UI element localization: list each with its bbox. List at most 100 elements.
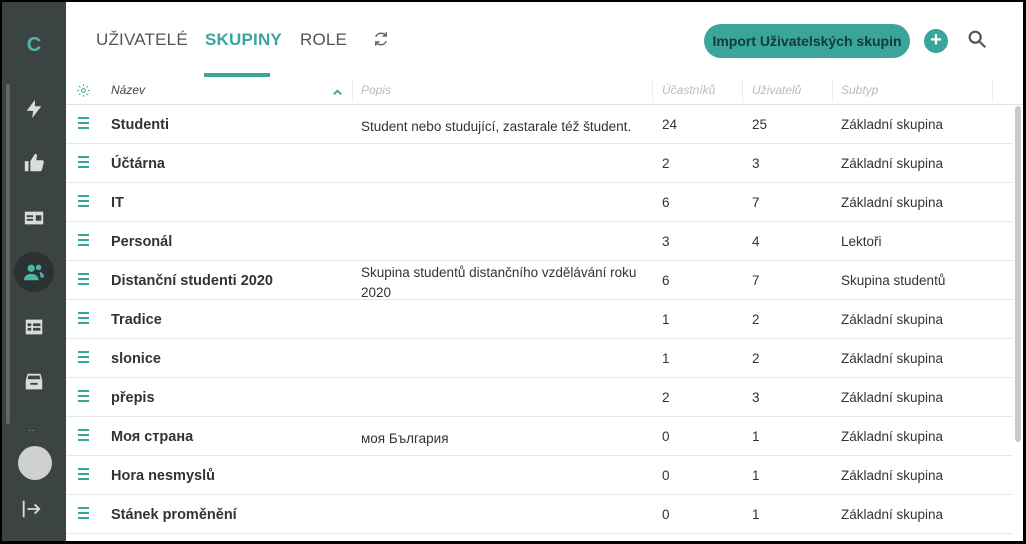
active-tab-underline	[204, 73, 270, 77]
participants-count: 1	[662, 312, 670, 327]
group-subtype: Základní skupina	[841, 156, 944, 171]
group-name[interactable]: Distanční studenti 2020	[111, 273, 273, 289]
column-header-users[interactable]: Uživatelů	[752, 83, 801, 97]
group-subtype: Základní skupina	[841, 390, 944, 405]
table-row[interactable]: slonice 1 2 Základní skupina	[66, 339, 1013, 378]
users-count: 3	[752, 156, 760, 171]
tab-roles[interactable]: ROLE	[300, 30, 347, 50]
column-header-description[interactable]: Popis	[361, 83, 391, 97]
group-description: Student nebo studující, zastarale též št…	[361, 119, 632, 134]
column-divider[interactable]	[352, 80, 353, 102]
row-menu-icon[interactable]	[78, 195, 92, 207]
row-menu-icon[interactable]	[78, 507, 92, 519]
row-menu-icon[interactable]	[78, 234, 92, 246]
column-divider[interactable]	[742, 80, 743, 102]
participants-count: 2	[662, 156, 670, 171]
participants-count: 6	[662, 195, 670, 210]
group-name[interactable]: slonice	[111, 351, 161, 367]
group-description: Skupina studentů distančního vzdělávání …	[361, 265, 637, 300]
users-count: 1	[752, 468, 760, 483]
group-name[interactable]: přepis	[111, 390, 155, 406]
table-icon[interactable]	[20, 313, 48, 341]
users-count: 3	[752, 390, 760, 405]
group-name[interactable]: IT	[111, 195, 124, 211]
group-name[interactable]: Tradice	[111, 312, 162, 328]
id-card-icon[interactable]	[20, 204, 48, 232]
avatar[interactable]	[18, 446, 52, 480]
column-header-name[interactable]: Název	[111, 83, 145, 97]
row-menu-icon[interactable]	[78, 117, 92, 129]
header: UŽIVATELÉ SKUPINY ROLE Import Uživatelsk…	[66, 2, 1023, 79]
group-subtype: Základní skupina	[841, 507, 944, 522]
archive-icon[interactable]	[20, 368, 48, 396]
group-name[interactable]: Studenti	[111, 117, 169, 133]
row-menu-icon[interactable]	[78, 390, 92, 402]
participants-count: 0	[662, 429, 670, 444]
sidebar-scrollbar[interactable]	[6, 84, 10, 424]
table-row[interactable]: Účtárna 2 3 Základní skupina	[66, 144, 1013, 183]
group-subtype: Základní skupina	[841, 117, 944, 132]
group-name[interactable]: Účtárna	[111, 156, 165, 172]
table-scrollbar[interactable]	[1015, 106, 1021, 442]
users-count: 7	[752, 273, 760, 288]
group-subtype: Základní skupina	[841, 429, 944, 444]
row-menu-icon[interactable]	[78, 351, 92, 363]
users-count: 4	[752, 234, 760, 249]
group-name[interactable]: Stánek proměnění	[111, 507, 237, 523]
more-indicator: ‥	[28, 423, 36, 434]
import-groups-button[interactable]: Import Uživatelských skupin	[704, 24, 910, 58]
column-settings-icon[interactable]	[76, 83, 92, 99]
participants-count: 1	[662, 351, 670, 366]
row-menu-icon[interactable]	[78, 273, 92, 285]
participants-count: 24	[662, 117, 678, 132]
app-window: C ‥ UŽIVATELÉ SKUPINY ROLE Import Uživat…	[2, 2, 1023, 541]
group-subtype: Lektoři	[841, 234, 882, 249]
row-menu-icon[interactable]	[78, 468, 92, 480]
bolt-icon[interactable]	[20, 95, 48, 123]
group-name[interactable]: Personál	[111, 234, 172, 250]
sidebar: C ‥	[2, 2, 66, 541]
sort-ascending-icon[interactable]	[332, 85, 344, 97]
users-count: 2	[752, 351, 760, 366]
users-icon[interactable]	[20, 258, 48, 286]
users-count: 7	[752, 195, 760, 210]
row-menu-icon[interactable]	[78, 312, 92, 324]
group-name[interactable]: Моя страна	[111, 429, 193, 445]
column-divider[interactable]	[992, 80, 993, 102]
group-subtype: Skupina studentů	[841, 273, 946, 288]
table-row[interactable]: Stánek proměnění 0 1 Základní skupina	[66, 495, 1013, 534]
row-menu-icon[interactable]	[78, 156, 92, 168]
participants-count: 2	[662, 390, 670, 405]
column-divider[interactable]	[652, 80, 653, 102]
table-row[interactable]: Моя страна моя България 0 1 Základní skupina	[66, 417, 1013, 456]
row-menu-icon[interactable]	[78, 429, 92, 441]
users-count: 25	[752, 117, 768, 132]
table-row[interactable]: Tradice 1 2 Základní skupina	[66, 300, 1013, 339]
table-row[interactable]: Distanční studenti 2020 Skupina studentů …	[66, 261, 1013, 300]
column-divider[interactable]	[832, 80, 833, 102]
participants-count: 0	[662, 507, 670, 522]
refresh-icon[interactable]	[372, 30, 392, 50]
group-description: моя България	[361, 431, 449, 446]
column-header-participants[interactable]: Účastníků	[662, 83, 715, 97]
table-row[interactable]: Personál 3 4 Lektoři	[66, 222, 1013, 261]
table-row[interactable]: Studenti Student nebo studující, zastaral…	[66, 105, 1013, 144]
app-logo[interactable]: C	[2, 34, 66, 57]
group-subtype: Základní skupina	[841, 312, 944, 327]
table-row[interactable]: IT 6 7 Základní skupina	[66, 183, 1013, 222]
group-subtype: Základní skupina	[841, 351, 944, 366]
tab-users[interactable]: UŽIVATELÉ	[96, 30, 188, 50]
column-header-subtype[interactable]: Subtyp	[841, 83, 878, 97]
participants-count: 0	[662, 468, 670, 483]
group-subtype: Základní skupina	[841, 468, 944, 483]
logout-icon[interactable]	[20, 498, 48, 522]
group-subtype: Základní skupina	[841, 195, 944, 210]
users-count: 2	[752, 312, 760, 327]
group-name[interactable]: Hora nesmyslů	[111, 468, 215, 484]
table-row[interactable]: přepis 2 3 Základní skupina	[66, 378, 1013, 417]
add-group-button[interactable]: +	[924, 29, 948, 53]
search-icon[interactable]	[966, 28, 990, 52]
thumbs-up-icon[interactable]	[20, 149, 48, 177]
tab-groups[interactable]: SKUPINY	[205, 30, 282, 50]
table-row[interactable]: Hora nesmyslů 0 1 Základní skupina	[66, 456, 1013, 495]
